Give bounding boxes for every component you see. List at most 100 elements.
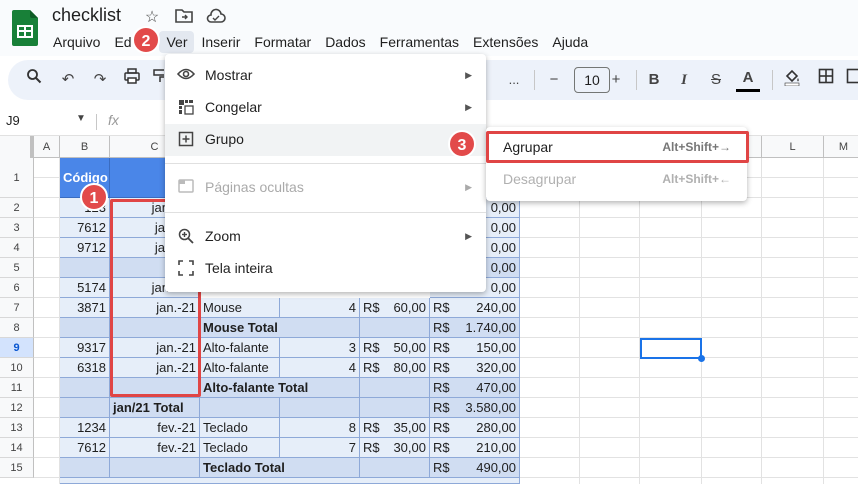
cell-b6[interactable]: 5174 — [60, 278, 110, 298]
menu-extensoes[interactable]: Extensões — [466, 31, 545, 53]
column-header-l[interactable]: L — [762, 136, 824, 158]
cell-f13[interactable]: R$ 35,00 — [360, 418, 430, 438]
cell-f12[interactable] — [360, 398, 430, 418]
cell-b11[interactable] — [60, 378, 110, 398]
selected-cell-j9[interactable] — [640, 338, 702, 359]
cell-d15[interactable]: Teclado Total — [200, 458, 360, 478]
cell-d7[interactable]: Mouse — [200, 298, 280, 318]
cell-g8[interactable]: R$ 1.740,00 — [430, 318, 520, 338]
cell-g15[interactable]: R$ 490,00 — [430, 458, 520, 478]
menu-item-tela-inteira[interactable]: Tela inteira — [165, 253, 486, 285]
cell-f7[interactable]: R$ 60,00 — [360, 298, 430, 318]
row-header[interactable]: 15 — [0, 458, 34, 478]
move-folder-icon[interactable] — [174, 8, 194, 28]
row-header-selected[interactable]: 9 — [0, 338, 34, 358]
menu-item-congelar[interactable]: Congelar ▶ — [165, 92, 486, 124]
menu-item-paginas-ocultas[interactable]: Páginas ocultas ▶ — [165, 172, 486, 204]
cell-d11[interactable]: Alto-falante Total — [200, 378, 360, 398]
cell-e10[interactable]: 4 — [280, 358, 360, 378]
cell-c13[interactable]: fev.-21 — [110, 418, 200, 438]
document-title[interactable]: checklist — [52, 5, 121, 26]
row-header[interactable]: 5 — [0, 258, 34, 278]
row-header[interactable]: 13 — [0, 418, 34, 438]
cell-d12[interactable] — [200, 398, 280, 418]
cell-b13[interactable]: 1234 — [60, 418, 110, 438]
cell-d9[interactable]: Alto-falante — [200, 338, 280, 358]
cell-e14[interactable]: 7 — [280, 438, 360, 458]
paint-format-icon[interactable] — [152, 68, 164, 92]
cell-d14[interactable]: Teclado — [200, 438, 280, 458]
decrease-font-size-icon[interactable]: − — [542, 68, 566, 92]
cell-b12[interactable] — [60, 398, 110, 418]
cell-f10[interactable]: R$ 80,00 — [360, 358, 430, 378]
fill-color-icon[interactable] — [780, 68, 804, 92]
print-icon[interactable] — [120, 68, 144, 92]
row-header[interactable]: 7 — [0, 298, 34, 318]
column-header-m[interactable]: M — [824, 136, 858, 158]
cell-g12[interactable]: R$ 3.580,00 — [430, 398, 520, 418]
cell-d10[interactable]: Alto-falante — [200, 358, 280, 378]
cell-g10[interactable]: R$ 320,00 — [430, 358, 520, 378]
cell-d8[interactable]: Mouse Total — [200, 318, 360, 338]
cell-c14[interactable]: fev.-21 — [110, 438, 200, 458]
cell-e12[interactable] — [280, 398, 360, 418]
cell-b3[interactable]: 7612 — [60, 218, 110, 238]
name-box[interactable]: J9 — [6, 113, 20, 128]
row-header[interactable]: 2 — [0, 198, 34, 218]
cell-b14[interactable]: 7612 — [60, 438, 110, 458]
cell-f14[interactable]: R$ 30,00 — [360, 438, 430, 458]
cell-b8[interactable] — [60, 318, 110, 338]
column-header-b[interactable]: B — [60, 136, 110, 158]
star-icon[interactable]: ☆ — [142, 8, 162, 28]
cloud-saved-icon[interactable] — [206, 8, 226, 28]
search-menus-icon[interactable] — [22, 68, 46, 92]
cell-c12[interactable]: jan/21 Total — [110, 398, 200, 418]
row-header[interactable]: 14 — [0, 438, 34, 458]
menu-item-desagrupar[interactable]: Desagrupar Alt+Shift+← — [486, 164, 747, 194]
menu-ajuda[interactable]: Ajuda — [545, 31, 595, 53]
cell-c15[interactable] — [110, 458, 200, 478]
row-header[interactable]: 3 — [0, 218, 34, 238]
menu-inserir[interactable]: Inserir — [194, 31, 247, 53]
row-header[interactable]: 11 — [0, 378, 34, 398]
cell-b5[interactable] — [60, 258, 110, 278]
italic-icon[interactable]: I — [672, 68, 696, 92]
cell-f11[interactable] — [360, 378, 430, 398]
select-all-corner[interactable] — [0, 136, 34, 158]
increase-font-size-icon[interactable]: + — [604, 68, 628, 92]
cell-e9[interactable]: 3 — [280, 338, 360, 358]
cell-b9[interactable]: 9317 — [60, 338, 110, 358]
menu-item-grupo[interactable]: Grupo ▶ — [165, 124, 486, 156]
borders-icon[interactable] — [814, 68, 838, 92]
redo-icon[interactable]: ↷ — [88, 68, 112, 92]
menu-item-mostrar[interactable]: Mostrar ▶ — [165, 60, 486, 92]
cell-b15[interactable] — [60, 458, 110, 478]
cell-g7[interactable]: R$ 240,00 — [430, 298, 520, 318]
cell-f8[interactable] — [360, 318, 430, 338]
bold-icon[interactable]: B — [642, 68, 666, 92]
more-font-options[interactable]: ... — [502, 68, 526, 92]
merge-cells-icon[interactable] — [846, 68, 858, 92]
cell-e7[interactable]: 4 — [280, 298, 360, 318]
row-header[interactable]: 4 — [0, 238, 34, 258]
column-header-a[interactable]: A — [34, 136, 60, 158]
text-color-icon[interactable]: A — [736, 68, 760, 92]
undo-icon[interactable]: ↶ — [56, 68, 80, 92]
menu-formatar[interactable]: Formatar — [247, 31, 318, 53]
menu-ferramentas[interactable]: Ferramentas — [373, 31, 466, 53]
cell-f9[interactable]: R$ 50,00 — [360, 338, 430, 358]
cell-g9[interactable]: R$ 150,00 — [430, 338, 520, 358]
cell-b7[interactable]: 3871 — [60, 298, 110, 318]
row-header[interactable]: 12 — [0, 398, 34, 418]
cell-e13[interactable]: 8 — [280, 418, 360, 438]
cell-g13[interactable]: R$ 280,00 — [430, 418, 520, 438]
row-header[interactable]: 10 — [0, 358, 34, 378]
menu-dados[interactable]: Dados — [318, 31, 372, 53]
menu-item-zoom[interactable]: Zoom ▶ — [165, 221, 486, 253]
row-header[interactable]: 8 — [0, 318, 34, 338]
cell-g11[interactable]: R$ 470,00 — [430, 378, 520, 398]
menu-ver[interactable]: Ver — [159, 31, 195, 53]
cell-b4[interactable]: 9712 — [60, 238, 110, 258]
cell-b10[interactable]: 6318 — [60, 358, 110, 378]
cell-g14[interactable]: R$ 210,00 — [430, 438, 520, 458]
